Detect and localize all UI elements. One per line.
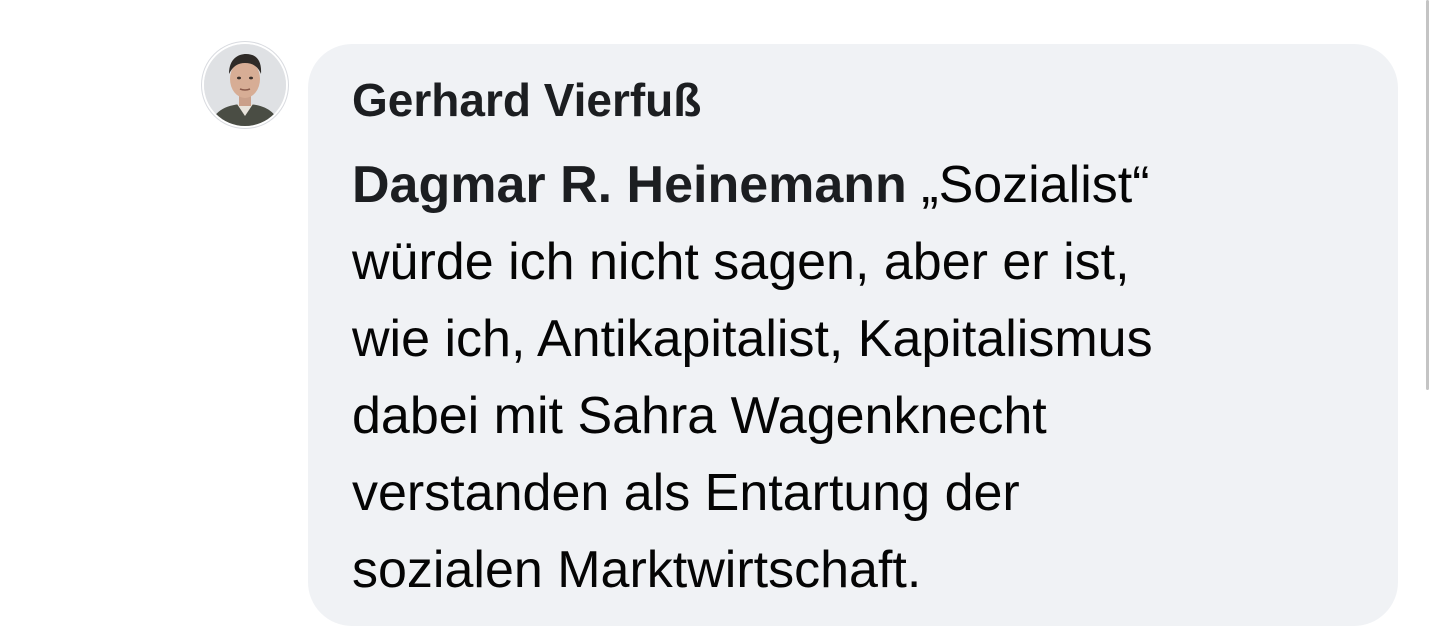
- comment-line: wie ich, Antikapitalist, Kapitalismus: [352, 310, 1153, 368]
- comment-line-text: „Sozialist“: [906, 156, 1150, 214]
- mention-link[interactable]: Dagmar R. Heinemann: [352, 156, 907, 214]
- comment-line: Dagmar R. Heinemann „Sozialist“: [352, 147, 1352, 224]
- comment-line: sozialen Marktwirtschaft.: [352, 541, 922, 599]
- comment-line: dabei mit Sahra Wagenknecht: [352, 387, 1047, 445]
- comment-author-name[interactable]: Gerhard Vierfuß: [352, 72, 1358, 128]
- comment-bubble: Gerhard Vierfuß Dagmar R. Heinemann „Soz…: [308, 44, 1398, 626]
- author-avatar[interactable]: [204, 44, 286, 126]
- avatar-photo-icon: [204, 44, 286, 126]
- comment-line: verstanden als Entartung der: [352, 464, 1020, 522]
- comment-thread: Gerhard Vierfuß Dagmar R. Heinemann „Soz…: [0, 0, 1429, 634]
- comment-line: würde ich nicht sagen, aber er ist,: [352, 233, 1130, 291]
- comment-text: Dagmar R. Heinemann „Sozialist“ würde ic…: [352, 147, 1352, 609]
